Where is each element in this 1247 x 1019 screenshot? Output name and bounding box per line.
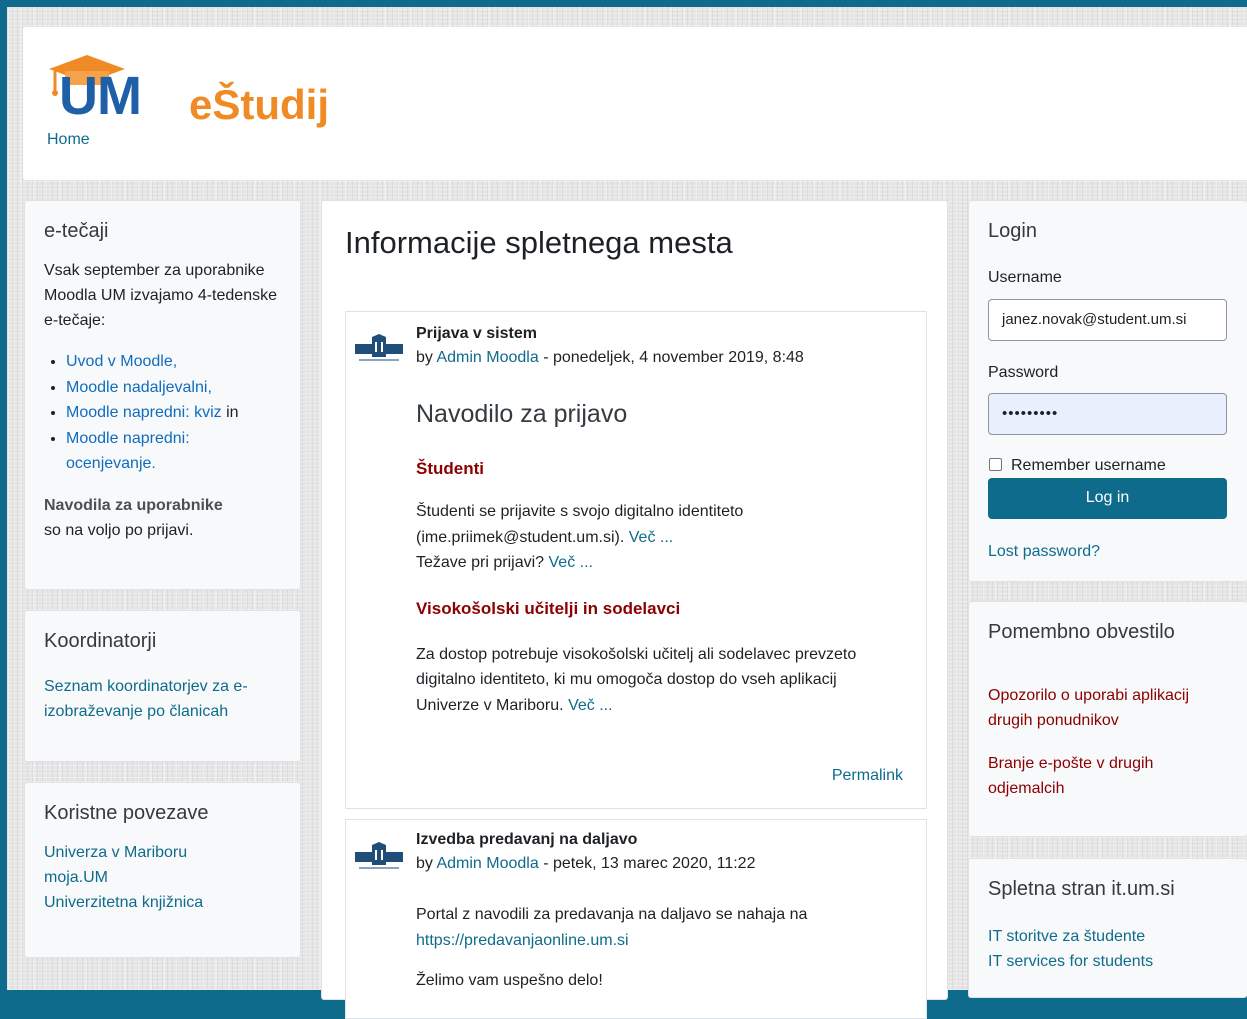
block-title: e-tečaji (44, 220, 109, 242)
it-storitve-link[interactable]: IT storitve za študente (988, 924, 1228, 949)
eposta-link[interactable]: Branje e-pošte v drugih odjemalcih (988, 755, 1153, 797)
logo-um-text: UM (59, 66, 142, 126)
link-univerza[interactable]: Univerza v Mariboru (44, 840, 281, 865)
block-title: Spletna stran it.um.si (988, 878, 1175, 900)
course-link[interactable]: Moodle napredni: kviz (66, 404, 222, 421)
university-logo-icon (355, 334, 403, 361)
university-logo-icon (355, 842, 403, 869)
login-block: Login Username janez.novak@student.um.si… (968, 200, 1247, 582)
forum-post: Prijava v sistem by Admin Moodla - poned… (345, 311, 927, 809)
povezave-block: Koristne povezave Univerza v Mariboru mo… (24, 782, 301, 958)
page-title: Informacije spletnega mesta (345, 225, 733, 260)
post-closing: Želimo vam uspešno delo! (416, 972, 603, 989)
link-moja-um[interactable]: moja.UM (44, 865, 281, 890)
logo-estudij-text: eŠtudij (189, 81, 330, 128)
link-knjiznica[interactable]: Univerzitetna knjižnica (44, 890, 281, 915)
post-title: Prijava v sistem (416, 325, 537, 342)
site-logo[interactable]: UM eŠtudij (47, 47, 377, 128)
vec-link[interactable]: Več ... (629, 529, 673, 546)
forum-post: Izvedba predavanj na daljavo by Admin Mo… (345, 819, 927, 1019)
etecaji-block: e-tečaji Vsak september za uporabnike Mo… (24, 200, 301, 590)
course-link[interactable]: Uvod v Moodle (66, 353, 173, 370)
navodila-bold: Navodila za uporabnike (44, 496, 223, 514)
section-ucitelji: Visokošolski učitelji in sodelavci (416, 598, 681, 618)
post-date: - petek, 13 marec 2020, 11:22 (538, 855, 756, 872)
koordinatorji-link[interactable]: Seznam koordinatorjev za e-izobraževanje… (44, 678, 248, 720)
username-label: Username (988, 269, 1062, 286)
remember-checkbox[interactable] (989, 458, 1002, 471)
password-input[interactable]: ••••••••• (988, 393, 1227, 435)
opozorilo-link[interactable]: Opozorilo o uporabi aplikacij drugih pon… (988, 687, 1189, 729)
etecaji-intro: Vsak september za uporabnike Moodla UM i… (44, 262, 277, 329)
permalink[interactable]: Permalink (832, 767, 903, 785)
itum-block: Spletna stran it.um.si IT storitve za št… (968, 858, 1247, 998)
remember-label: Remember username (1011, 457, 1166, 474)
predavanja-link[interactable]: https://predavanjaonline.um.si (416, 932, 629, 949)
post-title: Izvedba predavanj na daljavo (416, 831, 638, 848)
vec-link[interactable]: Več ... (549, 554, 593, 571)
obvestilo-block: Pomembno obvestilo Opozorilo o uporabi a… (968, 601, 1247, 837)
main-region: Informacije spletnega mesta Prijava v si… (321, 200, 948, 1019)
block-title: Koristne povezave (44, 802, 209, 824)
breadcrumb-home[interactable]: Home (47, 131, 90, 149)
post-date: - ponedeljek, 4 november 2019, 8:48 (538, 349, 804, 366)
list-item: Moodle nadaljevalni, (66, 375, 281, 401)
etecaji-list: Uvod v Moodle, Moodle nadaljevalni, Mood… (44, 349, 281, 477)
list-item: Uvod v Moodle, (66, 349, 281, 375)
login-button[interactable]: Log in (988, 478, 1227, 519)
author-link[interactable]: Admin Moodla (436, 855, 538, 872)
site-header: UM eŠtudij Home (23, 27, 1247, 180)
block-title: Pomembno obvestilo (988, 621, 1175, 643)
post-heading: Navodilo za prijavo (416, 400, 628, 428)
author-link[interactable]: Admin Moodla (436, 349, 538, 366)
block-title: Koordinatorji (44, 630, 157, 652)
list-item: Moodle napredni: kviz in (66, 400, 281, 426)
list-item: Moodle napredni: ocenjevanje. (66, 426, 281, 477)
course-link[interactable]: Moodle napredni: ocenjevanje (66, 430, 190, 473)
section-studenti: Študenti (416, 458, 484, 478)
vec-link[interactable]: Več ... (568, 697, 612, 714)
it-services-link[interactable]: IT services for students (988, 949, 1228, 974)
koordinatorji-block: Koordinatorji Seznam koordinatorjev za e… (24, 610, 301, 762)
username-input[interactable]: janez.novak@student.um.si (988, 299, 1227, 341)
navodila-text: so na voljo po prijavi. (44, 521, 194, 539)
lost-password-link[interactable]: Lost password? (988, 539, 1100, 564)
course-link[interactable]: Moodle nadaljevalni (66, 379, 207, 396)
password-label: Password (988, 364, 1059, 381)
block-title: Login (988, 220, 1037, 242)
